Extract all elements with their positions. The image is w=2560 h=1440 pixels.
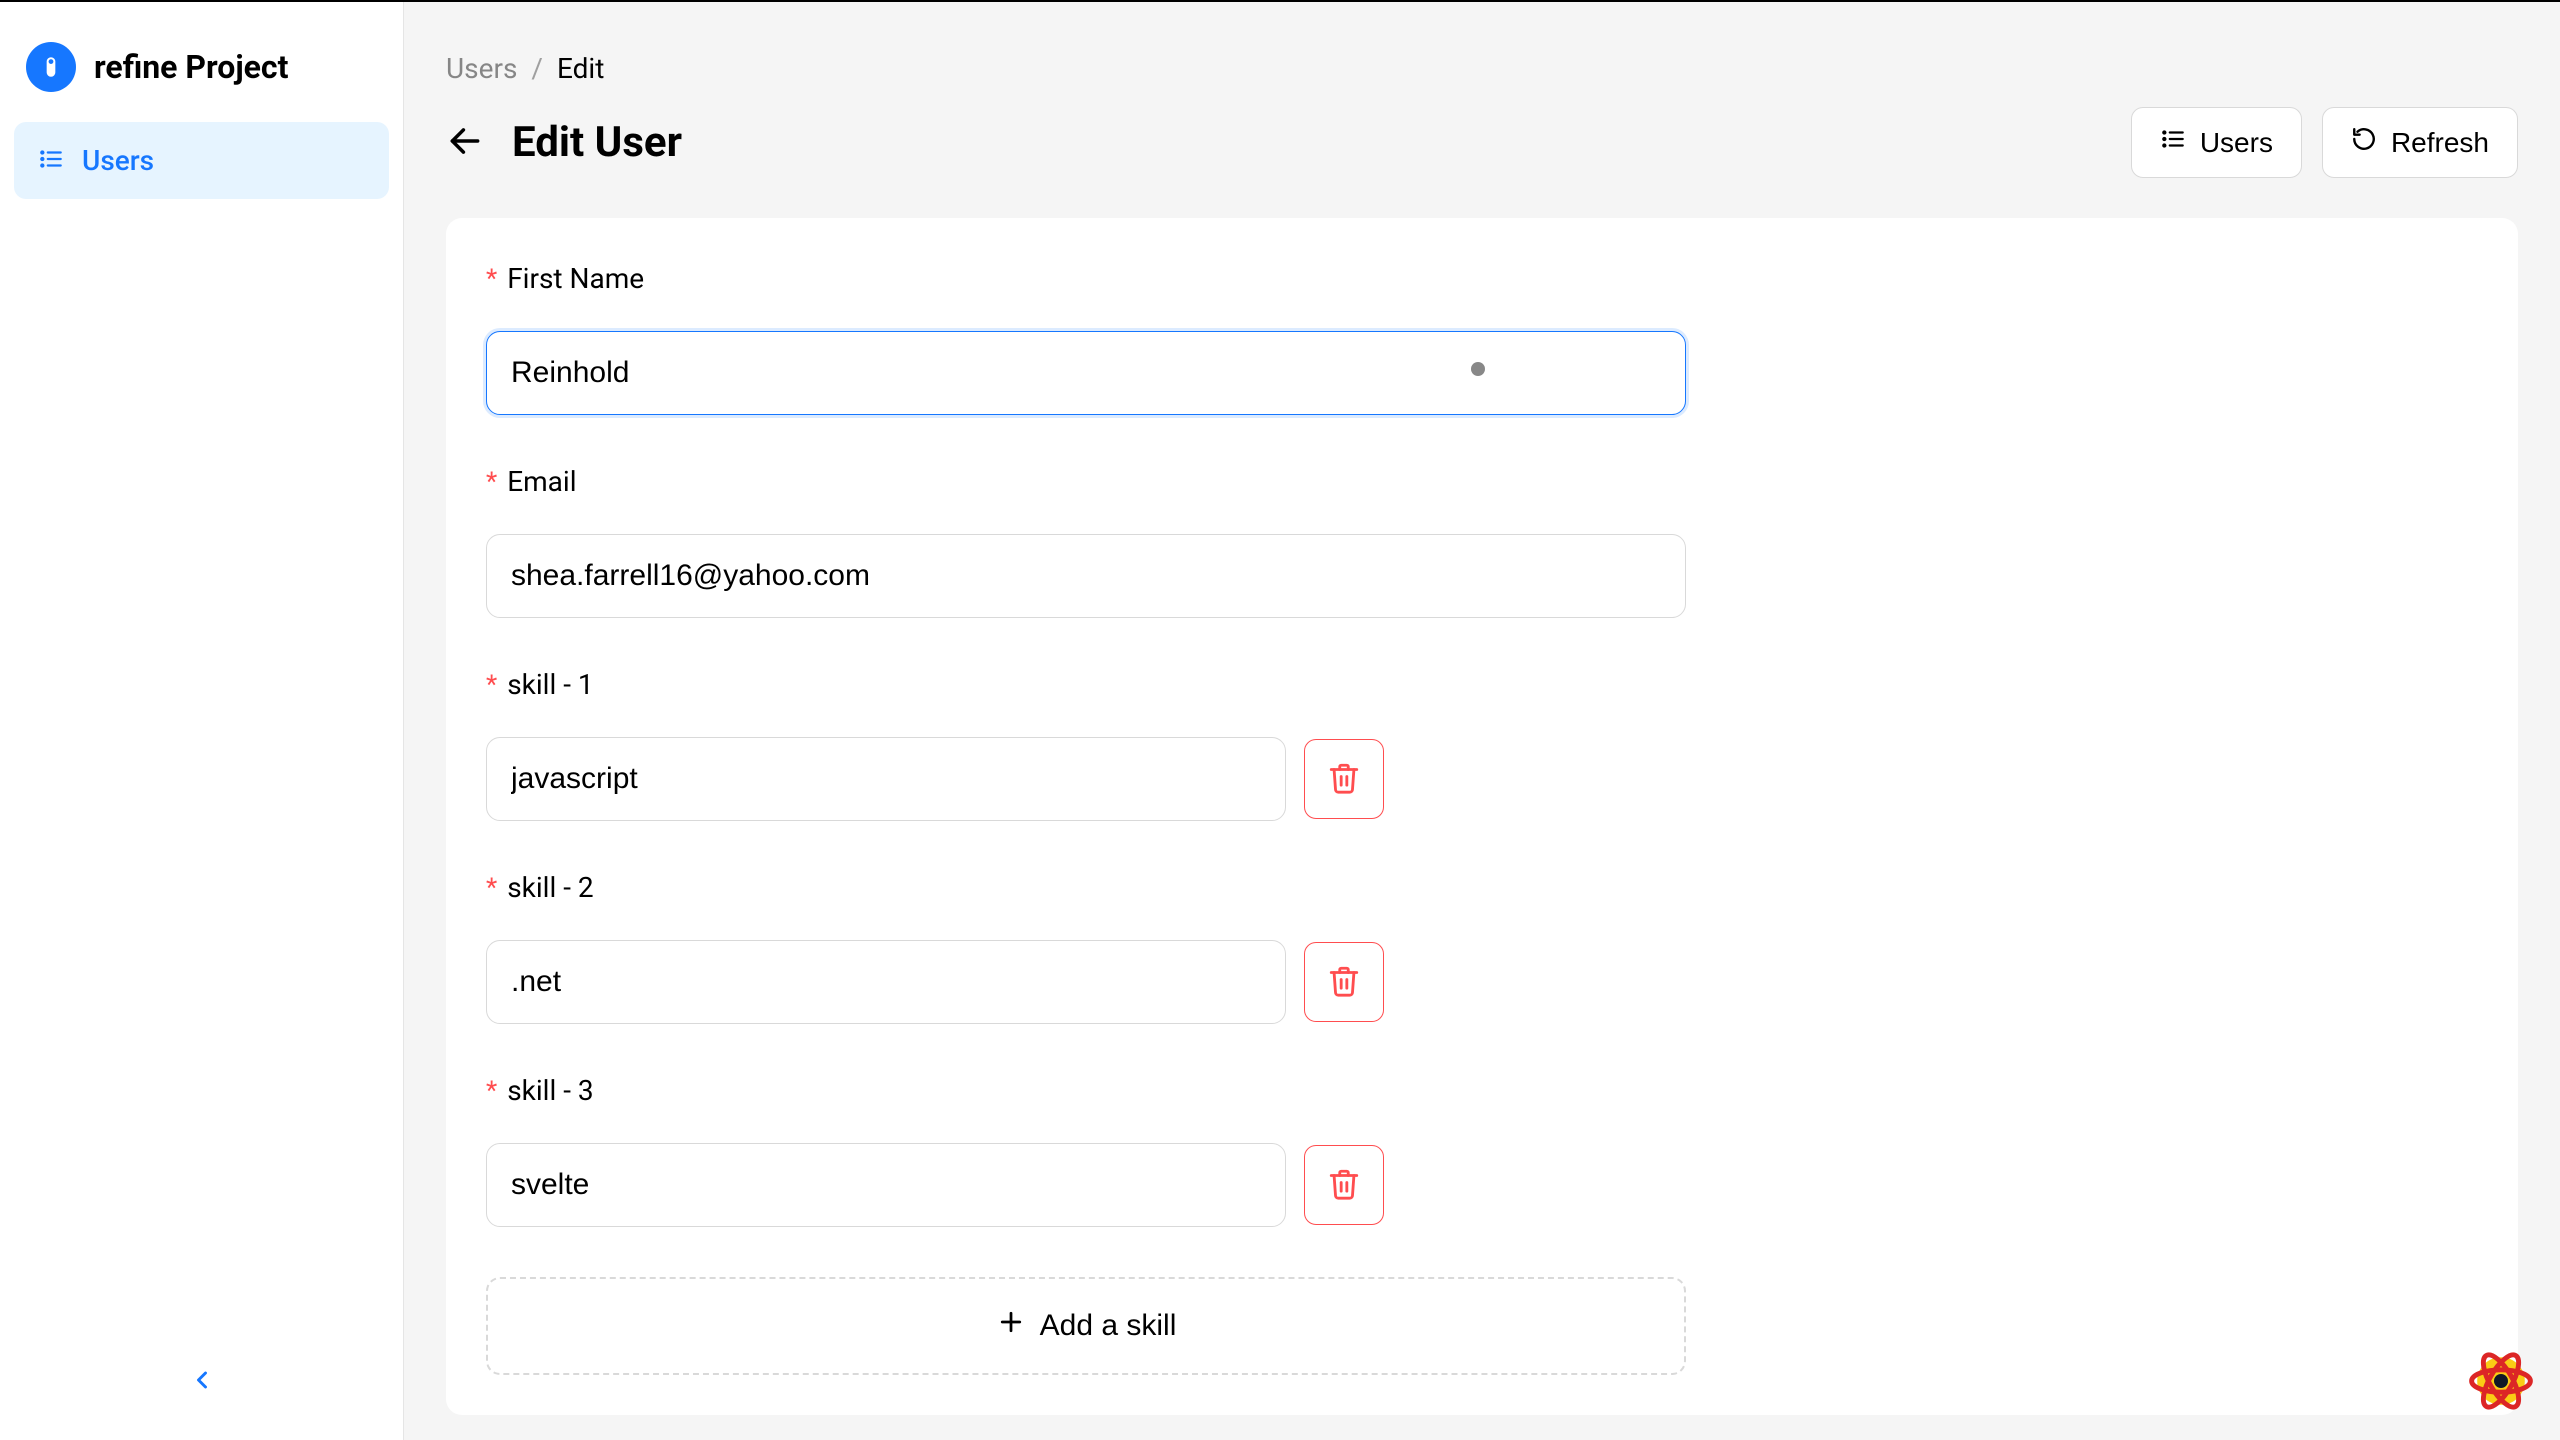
users-button[interactable]: Users xyxy=(2131,107,2302,178)
breadcrumb: Users / Edit xyxy=(446,2,2518,85)
page-header: Edit User Users Refresh xyxy=(446,107,2518,178)
refresh-icon xyxy=(2351,126,2377,159)
delete-skill-2-button[interactable] xyxy=(1304,942,1384,1022)
page-title: Edit User xyxy=(512,118,682,167)
refine-logo-icon xyxy=(26,42,76,92)
skill-3-input[interactable] xyxy=(486,1143,1286,1227)
breadcrumb-current: Edit xyxy=(557,52,604,85)
email-label: * Email xyxy=(486,465,2478,498)
add-skill-button[interactable]: Add a skill xyxy=(486,1277,1686,1375)
users-button-label: Users xyxy=(2200,127,2273,159)
sidebar-nav: Users xyxy=(0,122,403,199)
react-query-devtools-icon[interactable] xyxy=(2466,1346,2536,1416)
skill-3-label: * skill - 3 xyxy=(486,1074,2478,1107)
required-asterisk: * xyxy=(486,266,497,292)
delete-skill-3-button[interactable] xyxy=(1304,1145,1384,1225)
arrow-left-icon xyxy=(446,122,484,164)
refresh-button-label: Refresh xyxy=(2391,127,2489,159)
sidebar-item-label: Users xyxy=(82,144,154,177)
skill-2-label: * skill - 2 xyxy=(486,871,2478,904)
chevron-left-icon xyxy=(188,1366,216,1398)
first-name-input[interactable] xyxy=(486,331,1686,415)
required-asterisk: * xyxy=(486,875,497,901)
list-icon xyxy=(2160,126,2186,159)
skill-1-label: * skill - 1 xyxy=(486,668,2478,701)
required-asterisk: * xyxy=(486,469,497,495)
list-icon xyxy=(38,146,64,176)
trash-icon xyxy=(1327,761,1361,798)
sidebar-collapse-button[interactable] xyxy=(0,1348,403,1416)
delete-skill-1-button[interactable] xyxy=(1304,739,1384,819)
sidebar-item-users[interactable]: Users xyxy=(14,122,389,199)
skill-2-input[interactable] xyxy=(486,940,1286,1024)
required-asterisk: * xyxy=(486,1078,497,1104)
skill-1-input[interactable] xyxy=(486,737,1286,821)
form-card: * First Name * Email * skill - 1 xyxy=(446,218,2518,1415)
first-name-label: * First Name xyxy=(486,262,2478,295)
refresh-button[interactable]: Refresh xyxy=(2322,107,2518,178)
sidebar: refine Project Users xyxy=(0,2,404,1440)
brand-title: refine Project xyxy=(94,48,288,86)
breadcrumb-separator: / xyxy=(531,52,543,85)
breadcrumb-parent[interactable]: Users xyxy=(446,52,517,85)
email-input[interactable] xyxy=(486,534,1686,618)
main-content: Users / Edit Edit User Users xyxy=(404,2,2560,1440)
required-asterisk: * xyxy=(486,672,497,698)
back-button[interactable] xyxy=(446,122,484,164)
trash-icon xyxy=(1327,964,1361,1001)
plus-icon xyxy=(996,1307,1026,1345)
add-skill-label: Add a skill xyxy=(1040,1309,1177,1343)
trash-icon xyxy=(1327,1167,1361,1204)
brand: refine Project xyxy=(0,2,403,122)
